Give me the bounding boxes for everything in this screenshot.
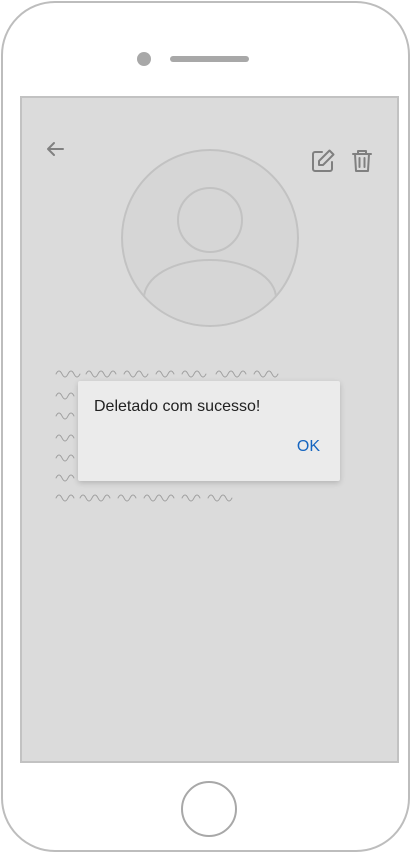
home-button[interactable]	[181, 781, 237, 837]
phone-frame: Deletado com sucesso! OK	[1, 1, 410, 852]
earpiece-speaker	[170, 56, 249, 62]
ok-button[interactable]: OK	[289, 434, 328, 460]
edit-icon[interactable]	[310, 148, 336, 174]
front-camera	[137, 52, 151, 66]
success-dialog: Deletado com sucesso! OK	[78, 381, 340, 481]
trash-icon[interactable]	[349, 148, 375, 174]
app-screen: Deletado com sucesso! OK	[20, 96, 399, 763]
user-avatar-placeholder	[121, 149, 299, 327]
arrow-left-icon[interactable]	[42, 136, 68, 162]
dialog-message: Deletado com sucesso!	[94, 398, 261, 415]
